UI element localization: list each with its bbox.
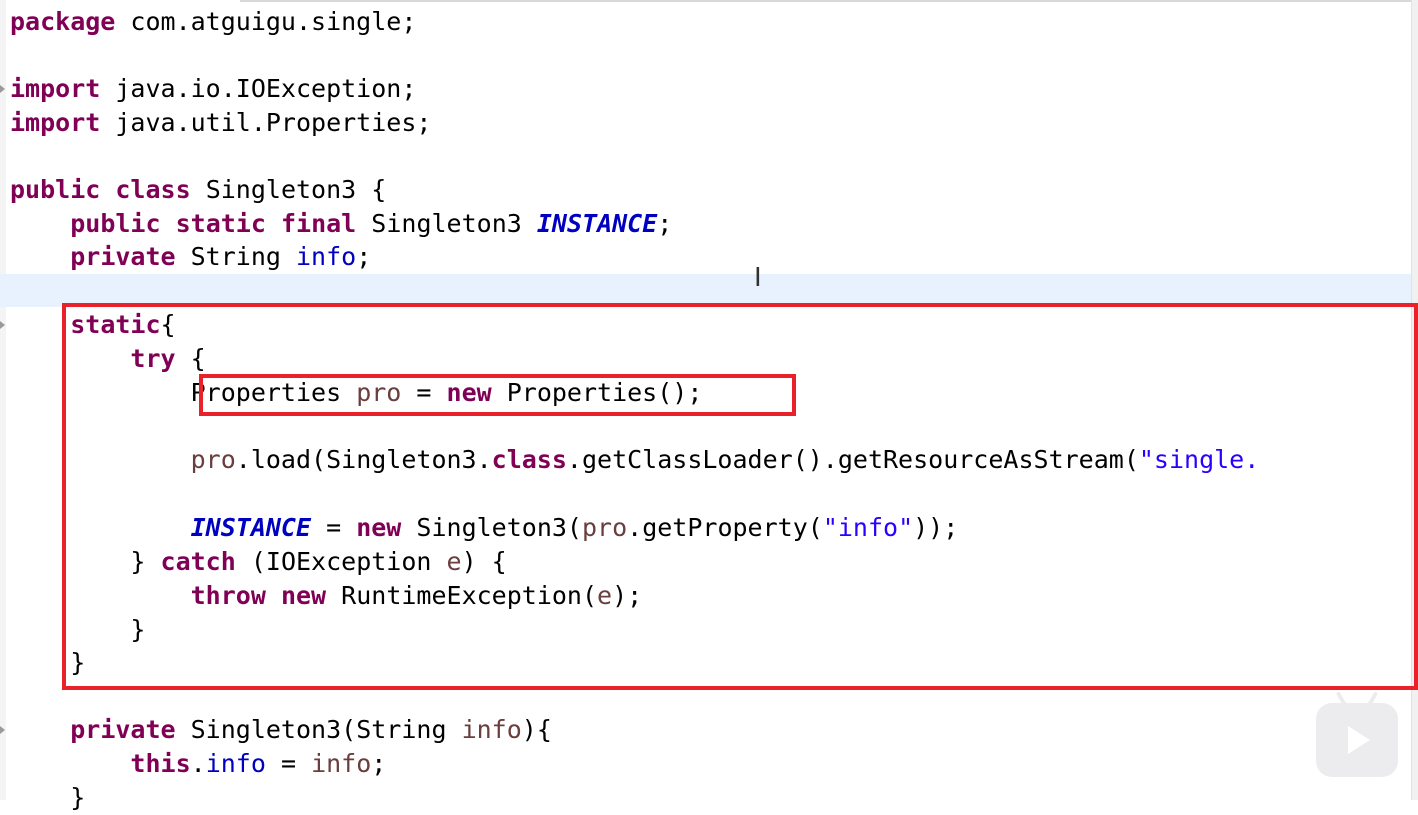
code-line-this-info[interactable]: this.info = info; xyxy=(10,747,386,781)
code-line-import[interactable]: import java.util.Properties; xyxy=(10,106,431,140)
code-line-class-declaration[interactable]: public class Singleton3 { xyxy=(10,173,386,207)
keyword: class xyxy=(115,175,191,204)
field: info xyxy=(205,749,266,778)
keyword: private xyxy=(70,242,176,271)
editor-gutter xyxy=(0,0,6,800)
keyword: public xyxy=(70,209,161,238)
play-button-ear xyxy=(1335,691,1349,709)
properties-line-highlight-box xyxy=(199,374,796,416)
field: info xyxy=(296,242,357,271)
fold-marker-icon[interactable] xyxy=(0,321,5,329)
play-icon[interactable] xyxy=(1316,691,1398,777)
keyword: package xyxy=(10,7,116,36)
keyword: final xyxy=(280,209,357,238)
code-text: java.io.IOException; xyxy=(100,74,417,103)
code-text: ; xyxy=(657,209,673,238)
text-cursor-icon: I xyxy=(754,263,762,293)
keyword: static xyxy=(175,209,266,238)
code-text: Singleton3 { xyxy=(190,175,387,204)
code-text: Singleton3 xyxy=(356,209,537,238)
editor-top-border xyxy=(240,0,1418,2)
fold-marker-icon[interactable] xyxy=(0,726,5,734)
play-triangle xyxy=(1348,726,1370,754)
code-text: java.util.Properties; xyxy=(100,108,432,137)
code-editor[interactable]: package com.atguigu.single; import java.… xyxy=(0,0,1418,812)
code-line-package[interactable]: package com.atguigu.single; xyxy=(10,5,416,39)
keyword: import xyxy=(10,74,101,103)
code-line-info-field[interactable]: private String info; xyxy=(10,240,371,274)
code-text: com.atguigu.single; xyxy=(115,7,417,36)
code-line-import[interactable]: import java.io.IOException; xyxy=(10,72,416,106)
local-variable: info xyxy=(311,749,372,778)
keyword: import xyxy=(10,108,101,137)
code-line-instance-field[interactable]: public static final Singleton3 INSTANCE; xyxy=(10,207,672,241)
static-block-highlight-box xyxy=(62,303,1418,690)
code-text: ; xyxy=(371,749,387,778)
code-line-constructor[interactable]: private Singleton3(String info){ xyxy=(10,713,552,747)
code-text: } xyxy=(70,783,86,812)
fold-marker-icon[interactable] xyxy=(0,85,5,93)
code-text: Singleton3(String xyxy=(175,715,462,744)
code-text: String xyxy=(175,242,296,271)
code-text: ){ xyxy=(521,715,552,744)
play-button-ear xyxy=(1365,691,1379,709)
local-variable: info xyxy=(461,715,522,744)
code-line-close-brace[interactable]: } xyxy=(10,781,85,815)
keyword: public xyxy=(10,175,101,204)
static-field: INSTANCE xyxy=(536,209,658,238)
code-text: . xyxy=(190,749,206,778)
code-text: ; xyxy=(356,242,372,271)
keyword: private xyxy=(70,715,176,744)
keyword: this xyxy=(130,749,191,778)
code-text: = xyxy=(265,749,312,778)
